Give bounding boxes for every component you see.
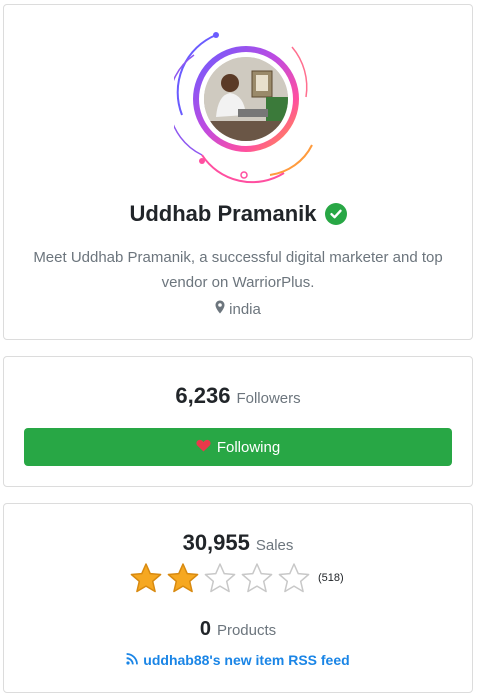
- sales-label: Sales: [255, 537, 294, 554]
- verified-check-icon: [324, 203, 347, 225]
- products-stat: 0 Products: [4, 618, 472, 641]
- following-button-label: Following: [216, 438, 281, 456]
- avatar[interactable]: [174, 25, 314, 185]
- profile-location: india: [4, 300, 472, 318]
- followers-count: 6,236: [175, 383, 231, 408]
- rss-icon: [126, 652, 139, 668]
- followers-card: 6,236 Followers Following: [3, 356, 473, 487]
- rss-feed-link[interactable]: uddhab88's new item RSS feed: [4, 652, 472, 668]
- products-count: 0: [199, 618, 211, 640]
- profile-bio: Meet Uddhab Pramanik, a successful digit…: [33, 249, 443, 291]
- sales-stat: 30,955 Sales: [4, 530, 472, 556]
- star-empty-icon: [241, 563, 273, 593]
- profile-name: Uddhab Pramanik: [129, 201, 317, 226]
- profile-card: Uddhab Pramanik Meet Uddhab Pramanik, a …: [3, 4, 473, 340]
- location-text: india: [229, 300, 261, 318]
- followers-stat: 6,236 Followers: [4, 383, 472, 409]
- following-button[interactable]: Following: [24, 428, 452, 466]
- sales-count: 30,955: [182, 530, 250, 555]
- followers-label: Followers: [236, 390, 301, 407]
- rating-count: (518): [318, 572, 344, 584]
- star-empty-icon: [204, 563, 236, 593]
- profile-name-row: Uddhab Pramanik: [4, 201, 472, 227]
- sales-card: 30,955 Sales (518) 0 Products uddhab88's…: [3, 503, 473, 693]
- star-filled-icon: [130, 563, 162, 593]
- rss-feed-label: uddhab88's new item RSS feed: [143, 652, 350, 668]
- rating-stars: (518): [129, 562, 344, 594]
- products-label: Products: [216, 622, 277, 639]
- heart-icon: [196, 439, 211, 456]
- avatar-photo: [204, 57, 288, 141]
- star-filled-icon: [167, 563, 199, 593]
- map-pin-icon: [215, 300, 225, 318]
- star-empty-icon: [278, 563, 310, 593]
